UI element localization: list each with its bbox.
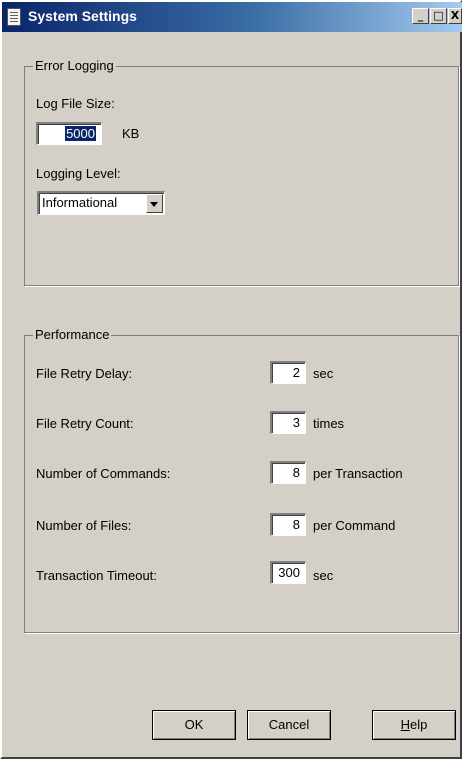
logging-level-select[interactable]: Informational xyxy=(37,191,165,215)
file-retry-count-unit: times xyxy=(313,416,345,431)
close-icon[interactable]: X xyxy=(448,8,462,24)
log-file-size-input[interactable]: 5000 xyxy=(36,122,102,145)
logging-level-label: Logging Level: xyxy=(36,166,121,181)
transaction-timeout-label: Transaction Timeout: xyxy=(36,568,157,583)
file-retry-delay-input[interactable]: 2 xyxy=(270,361,306,384)
maximize-icon[interactable]: □ xyxy=(430,8,447,24)
error-logging-legend: Error Logging xyxy=(33,58,116,73)
file-retry-count-input[interactable]: 3 xyxy=(270,411,306,434)
transaction-timeout-unit: sec xyxy=(313,568,334,583)
file-retry-delay-label: File Retry Delay: xyxy=(36,366,133,381)
help-button[interactable]: Help xyxy=(372,710,456,740)
file-retry-count-label: File Retry Count: xyxy=(36,416,134,431)
log-file-size-unit: KB xyxy=(122,126,140,141)
help-mnemonic: H xyxy=(400,717,411,732)
system-settings-window: System Settings _ □ X Error Logging Log … xyxy=(0,0,462,759)
window-icon xyxy=(7,8,21,26)
ok-button[interactable]: OK xyxy=(152,710,236,740)
log-file-size-value: 5000 xyxy=(65,126,96,141)
file-retry-delay-unit: sec xyxy=(313,366,334,381)
help-label-rest: elp xyxy=(410,717,428,732)
logging-level-value: Informational xyxy=(42,195,118,210)
number-of-files-label: Number of Files: xyxy=(36,518,132,533)
number-of-commands-unit: per Transaction xyxy=(313,466,403,481)
cancel-button[interactable]: Cancel xyxy=(247,710,331,740)
number-of-commands-input[interactable]: 8 xyxy=(270,461,306,484)
number-of-files-input[interactable]: 8 xyxy=(270,513,306,536)
dropdown-arrow-icon[interactable] xyxy=(146,194,163,213)
title-bar[interactable]: System Settings _ □ X xyxy=(2,2,462,32)
log-file-size-label: Log File Size: xyxy=(36,96,115,111)
performance-legend: Performance xyxy=(33,327,112,342)
minimize-icon[interactable]: _ xyxy=(412,8,429,24)
number-of-commands-label: Number of Commands: xyxy=(36,466,171,481)
number-of-files-unit: per Command xyxy=(313,518,396,533)
window-title: System Settings xyxy=(28,8,137,24)
transaction-timeout-input[interactable]: 300 xyxy=(270,561,306,584)
